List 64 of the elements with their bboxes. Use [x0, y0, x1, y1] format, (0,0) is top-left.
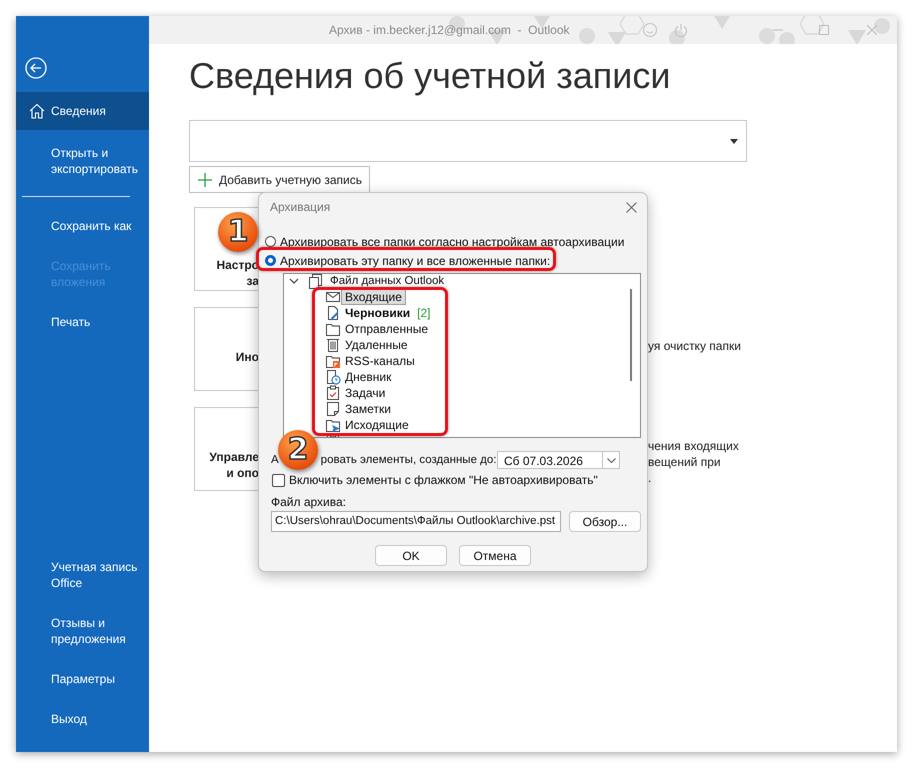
- browse-button[interactable]: Обзор...: [569, 511, 641, 532]
- description-text: уя очистку папки: [648, 338, 741, 354]
- close-button[interactable]: [626, 202, 637, 212]
- home-icon: [28, 102, 46, 120]
- back-icon: [25, 57, 47, 79]
- radio-button[interactable]: [265, 236, 276, 247]
- nav-item[interactable]: Печать: [16, 314, 149, 330]
- add-account-button[interactable]: Добавить учетную запись: [189, 166, 370, 193]
- description-text: вещений при: [648, 454, 722, 470]
- tree-item[interactable]: Черновики: [341, 305, 414, 321]
- description-text: .: [648, 470, 652, 486]
- clock-document-icon: [325, 369, 341, 385]
- close-icon: [626, 202, 637, 212]
- date-label: ровать элементы, созданные до:: [320, 454, 496, 466]
- tree-item[interactable]: Дневник: [341, 369, 396, 385]
- checkbox[interactable]: [272, 474, 285, 486]
- nav-item[interactable]: Сохранить как: [16, 218, 149, 234]
- tree-item[interactable]: Отправленные: [341, 321, 432, 337]
- date-label: А: [271, 454, 279, 466]
- clipboard-icon: [325, 385, 341, 401]
- chevron-down-icon: [606, 458, 616, 462]
- field-label: Файл архива:: [271, 494, 347, 510]
- tree-item[interactable]: RSS-каналы: [341, 353, 419, 369]
- back-button[interactable]: [25, 57, 47, 79]
- date-field[interactable]: Сб 07.03.2026: [497, 451, 603, 469]
- unread-count: [2]: [417, 306, 430, 320]
- tree-item[interactable]: Заметки: [341, 401, 395, 417]
- nav-item[interactable]: Открыть и экспортировать: [16, 145, 149, 177]
- rss-folder-icon: [325, 353, 341, 369]
- description-text: чения входящих: [648, 438, 739, 454]
- power-icon[interactable]: [673, 22, 689, 38]
- account-dropdown[interactable]: [189, 120, 747, 162]
- step-badge: 1: [218, 212, 258, 252]
- tree-item[interactable]: Исходящие: [341, 417, 413, 433]
- nav-item[interactable]: Выход: [16, 711, 149, 727]
- note-icon: [325, 401, 341, 417]
- window-title: Архив - im.becker.j12@gmail.com - Outlook: [329, 23, 570, 37]
- radio-button[interactable]: [265, 255, 276, 266]
- tree-item[interactable]: Файл данных Outlook: [326, 274, 448, 288]
- maximize-icon[interactable]: [819, 25, 829, 35]
- tree-item[interactable]: Задачи: [341, 385, 390, 401]
- ok-button[interactable]: OK: [375, 545, 447, 566]
- checkbox-label[interactable]: Включить элементы с флажком "Не автоархивировать": [289, 473, 598, 487]
- smiley-icon[interactable]: [642, 22, 658, 38]
- send-folder-icon: [325, 417, 341, 433]
- chevron-down-icon[interactable]: [289, 276, 299, 286]
- folder-icon: [325, 321, 341, 337]
- envelope-icon: [325, 289, 341, 305]
- pencil-document-icon: [325, 305, 341, 321]
- dropdown-button[interactable]: [603, 451, 620, 469]
- nav-item[interactable]: Параметры: [16, 671, 149, 687]
- nav-item[interactable]: Отзывы и предложения: [16, 615, 149, 647]
- trash-icon: [325, 337, 341, 353]
- nav-item[interactable]: Сведения: [16, 92, 149, 130]
- file-path-field[interactable]: C:\Users\ohrau\Documents\Файлы Outlook\archive.pst: [271, 511, 561, 532]
- tree-item[interactable]: Входящие: [341, 289, 406, 305]
- cancel-button[interactable]: Отмена: [459, 545, 531, 566]
- caret-icon: [730, 139, 738, 144]
- tree-item[interactable]: Удаленные: [341, 337, 412, 353]
- page-title: Сведения об учетной записи: [189, 54, 672, 98]
- close-icon: [867, 25, 877, 35]
- scrollbar-thumb[interactable]: [630, 289, 632, 381]
- nav-item[interactable]: Учетная запись Office: [16, 559, 149, 591]
- plus-icon: [198, 172, 212, 186]
